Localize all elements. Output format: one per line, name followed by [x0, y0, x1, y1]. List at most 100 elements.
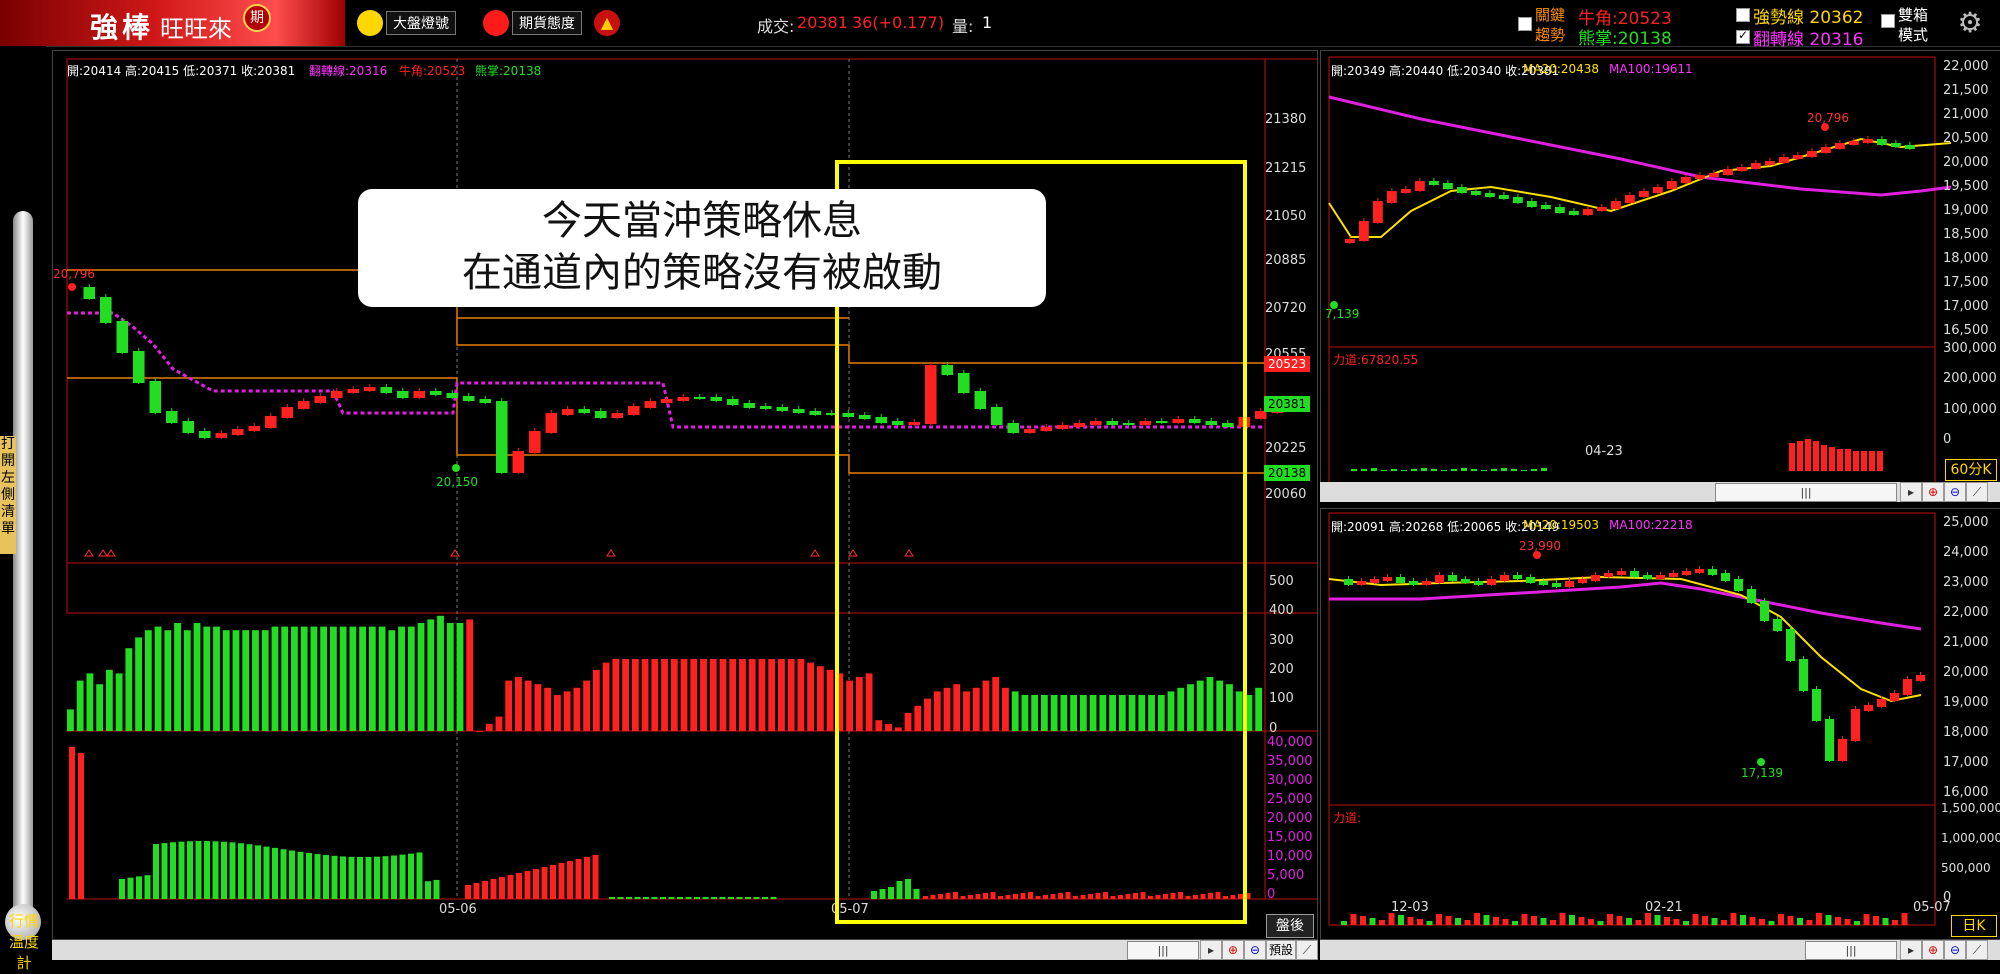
zoom-out-icon[interactable]: ⊖ [1244, 940, 1266, 960]
rb-price-tick: 21,000 [1943, 635, 1989, 650]
flip-line-checkbox[interactable]: ✓ [1736, 28, 1750, 44]
price-tick: 20060 [1265, 487, 1307, 502]
volume-bar [1361, 469, 1367, 471]
volume-bar [187, 841, 193, 899]
volume-bar [1845, 449, 1851, 471]
rb-price-tick: 22,000 [1943, 605, 1989, 620]
candle [1786, 629, 1796, 661]
main-scrollbar[interactable]: ||| ▸ ⊕ ⊖ 預設 ⟋ [52, 940, 1318, 960]
key-checkbox[interactable] [1518, 17, 1532, 31]
candle [232, 429, 244, 435]
candle [710, 397, 723, 401]
candle [1849, 141, 1859, 145]
period-60min-button[interactable]: 60分K [1945, 459, 1997, 481]
strong-line-checkbox[interactable] [1736, 8, 1750, 22]
dual-box-checkbox[interactable] [1881, 14, 1895, 28]
volume-bar [584, 857, 590, 899]
price-tick: 20225 [1265, 441, 1307, 456]
indicator-bar [378, 626, 386, 731]
scroll-thumb[interactable]: ||| [1127, 941, 1199, 960]
right-top-chart-svg[interactable] [1321, 51, 2000, 483]
futures-attitude-icon[interactable] [483, 10, 509, 36]
indicator-bar [602, 662, 610, 731]
rb-scroll-thumb[interactable]: ||| [1805, 941, 1897, 960]
volume-bar [490, 879, 497, 899]
default-button[interactable]: 預設 [1266, 940, 1296, 960]
candle [512, 451, 525, 473]
rt-scrollbar[interactable]: ||| ▸ ⊕ ⊖ ⟋ [1320, 482, 2000, 502]
volume-tick: 0 [1267, 887, 1276, 902]
volume-bar [1797, 918, 1803, 925]
candle [331, 391, 343, 398]
rt-price-tick: 18,500 [1943, 227, 1989, 242]
rt-zoom-out-icon[interactable]: ⊖ [1944, 482, 1966, 502]
open-left-list-button[interactable]: 打 開 左 側 清 單 [0, 436, 16, 554]
rb-zoom-out-icon[interactable]: ⊖ [1944, 940, 1966, 960]
key-label: 關鍵 [1535, 6, 1566, 24]
candle [1905, 145, 1915, 149]
rt-scroll-right-arrow-icon[interactable]: ▸ [1900, 482, 1922, 502]
candle [1357, 581, 1367, 585]
volume-bar [1692, 914, 1699, 925]
rb-price-tick: 25,000 [1943, 515, 1989, 530]
gear-icon[interactable]: ⚙ [1955, 8, 1985, 38]
candle [1695, 569, 1705, 573]
volume-bar [702, 897, 709, 899]
rb-price-tick: 17,000 [1943, 755, 1989, 770]
rb-zoom-in-icon[interactable]: ⊕ [1922, 940, 1944, 960]
candle [248, 426, 261, 431]
open-list-char: 清 [1, 504, 15, 520]
volume-bar [1835, 917, 1841, 925]
volume-bar [685, 897, 692, 899]
rt-zoom-in-icon[interactable]: ⊕ [1922, 482, 1944, 502]
rt-price-tick: 21,500 [1943, 83, 1989, 98]
market-light-icon[interactable] [357, 10, 383, 36]
zoom-in-icon[interactable]: ⊕ [1222, 940, 1244, 960]
volume-bar [1512, 921, 1518, 925]
indicator-bar [144, 630, 152, 731]
indicator-bar [631, 659, 639, 731]
period-daily-button[interactable]: 日K [1951, 915, 1997, 937]
volume-bar [127, 877, 134, 899]
volume-bar [1531, 469, 1537, 471]
indicator-bar [534, 684, 542, 731]
rb-scrollbar[interactable]: ||| ▸ ⊕ ⊖ ⟋ [1320, 940, 2000, 960]
indicator-bar [661, 659, 668, 731]
volume-bar [263, 846, 270, 899]
candle [1344, 579, 1354, 585]
rt-draw-line-icon[interactable]: ⟋ [1966, 482, 1988, 502]
main-bull-info: 牛角:20523 [399, 64, 466, 78]
scroll-right-arrow-icon[interactable]: ▸ [1200, 940, 1222, 960]
right-bottom-chart-svg[interactable] [1321, 509, 2000, 939]
rt-scroll-thumb[interactable]: ||| [1715, 483, 1897, 502]
candle [1721, 573, 1731, 581]
rb-draw-line-icon[interactable]: ⟋ [1966, 940, 1988, 960]
indicator-bar [183, 630, 191, 731]
futures-attitude-button[interactable]: 期貨態度 [512, 11, 582, 35]
volume-bar [1805, 439, 1811, 471]
volume-bar [289, 850, 295, 899]
volume-bar [170, 842, 176, 899]
notice-line-2: 在通道內的策略沒有被啟動 [462, 250, 942, 296]
indicator-bar [485, 723, 493, 731]
market-light-button[interactable]: 大盤燈號 [386, 11, 456, 35]
rb-scroll-right-arrow-icon[interactable]: ▸ [1900, 940, 1922, 960]
volume-bar [1540, 918, 1547, 925]
indicator-bar [368, 626, 376, 731]
indicator-bar [291, 626, 298, 731]
after-hours-button[interactable]: 盤後 [1266, 914, 1314, 938]
volume-bar [617, 897, 624, 899]
candle [545, 413, 558, 433]
volume-bar [212, 841, 219, 899]
indicator-bar [524, 680, 532, 731]
fire-icon[interactable]: ▲ [594, 10, 620, 36]
volume-bar [1702, 916, 1708, 925]
candle [1630, 571, 1640, 577]
rt-vol-tick: 0 [1943, 432, 1952, 447]
volume-bar [221, 841, 227, 899]
logo-badge: 期 [243, 4, 271, 32]
candle [529, 431, 541, 453]
volume-bar [246, 844, 253, 899]
draw-line-icon[interactable]: ⟋ [1296, 940, 1318, 960]
volume-bar [144, 875, 151, 899]
